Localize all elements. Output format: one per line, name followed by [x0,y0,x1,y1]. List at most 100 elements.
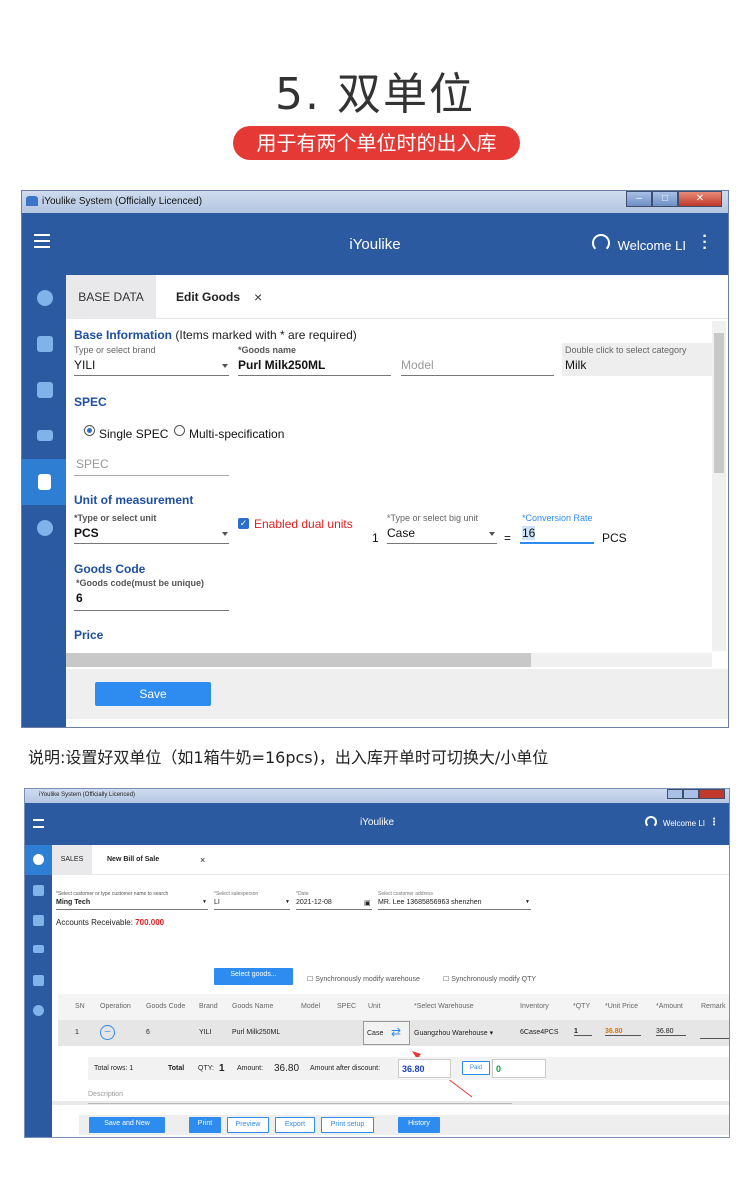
spec-field[interactable]: SPEC [76,457,109,471]
brand-underline [74,375,229,376]
bag-icon[interactable] [33,885,44,896]
sidebar-item-sales[interactable] [22,321,66,367]
maximize-button[interactable]: □ [652,191,678,207]
chevron-down-icon[interactable]: ▼ [285,899,290,905]
minimize-button[interactable]: – [626,191,652,207]
app-title: iYoulike [359,817,395,828]
dashboard-icon [37,290,53,306]
settings-icon[interactable] [33,1005,44,1016]
salesperson-field[interactable]: LI [214,899,220,906]
paid-button[interactable]: Paid [462,1061,490,1075]
scroll-thumb[interactable] [714,333,724,473]
close-tab-icon[interactable]: × [254,275,262,319]
goods-code-field[interactable]: 6 [76,591,83,605]
sidebar-item-dashboard[interactable] [25,845,52,875]
col-brand: Brand [199,1003,218,1010]
welcome-user[interactable]: Welcome LI [663,819,705,828]
single-spec-radio[interactable] [84,425,95,436]
col-amount: *Amount [656,1003,683,1010]
goods-name-field[interactable]: Purl Milk250ML [238,358,325,372]
big-unit-underline [387,543,497,544]
paid-field[interactable]: 0 [492,1059,546,1078]
store-icon[interactable] [33,915,44,926]
print-setup-button[interactable]: Print setup [321,1117,374,1133]
remove-row-icon[interactable]: – [100,1025,115,1040]
more-options-icon[interactable]: ⋮ [709,817,719,828]
sync-warehouse-checkbox[interactable]: ☐ Synchronously modify warehouse [307,975,420,983]
amount-label: Amount: [237,1065,264,1072]
swap-unit-icon[interactable]: ⇄ [391,1025,401,1039]
export-button[interactable]: Export [275,1117,315,1133]
chevron-down-icon[interactable] [489,532,495,536]
sidebar-item-finance[interactable] [22,413,66,459]
headset-icon[interactable] [592,234,610,252]
close-window-button[interactable] [699,789,725,799]
close-window-button[interactable]: ✕ [678,191,722,207]
col-qty: *QTY [573,1003,591,1010]
minimize-button[interactable] [667,789,683,799]
chevron-down-icon[interactable] [222,364,228,368]
brand-value[interactable]: YILI [74,358,95,372]
conversion-rate-field[interactable]: 16 [522,526,536,540]
welcome-user[interactable]: Welcome LI [618,238,686,253]
category-label: Double click to select category [565,345,687,355]
multi-spec-radio[interactable] [174,425,185,436]
history-button[interactable]: History [398,1117,440,1133]
select-goods-button[interactable]: Select goods... [214,968,293,985]
col-unit-price: *Unit Price [605,1003,639,1010]
dual-units-checkbox[interactable]: ✓ [238,518,249,529]
tab-sales[interactable]: SALES [52,845,92,875]
chevron-down-icon[interactable]: ▼ [202,899,207,905]
big-unit-value[interactable]: Case [387,526,415,540]
col-remark: Remark [701,1003,726,1010]
preview-button[interactable]: Preview [227,1117,269,1133]
row-remark[interactable] [700,1038,729,1039]
address-underline [378,909,531,910]
vertical-scrollbar[interactable] [712,321,726,651]
maximize-button[interactable] [683,789,699,799]
tab-new-bill[interactable]: New Bill of Sale [107,845,159,875]
description-underline [88,1103,512,1104]
description-field[interactable]: Description [88,1091,123,1098]
customer-underline [56,909,208,910]
address-field[interactable]: MR. Lee 13685856963 shenzhen [378,899,482,906]
row-qty[interactable]: 1 [574,1028,592,1036]
row-warehouse[interactable]: Guangzhou Warehouse ▾ [414,1029,493,1037]
unit-switch-cell[interactable]: Case ⇄ [363,1021,410,1045]
calendar-icon[interactable]: ▣ [364,899,371,907]
unit-value[interactable]: PCS [74,526,99,540]
row-amount[interactable]: 36.80 [656,1028,686,1036]
headset-icon[interactable] [645,816,657,828]
table-row[interactable]: 1 – 6 YILI Purl Milk250ML Case ⇄ Guangzh… [58,1020,729,1046]
address-label: Select customer address [378,891,434,897]
print-button[interactable]: Print [189,1117,221,1133]
horizontal-scrollbar[interactable] [66,653,712,667]
close-tab-icon[interactable]: × [200,845,205,875]
chevron-down-icon[interactable]: ▼ [525,899,530,905]
tab-edit-goods[interactable]: Edit Goods [176,275,240,319]
scroll-thumb[interactable] [66,653,531,667]
more-options-icon[interactable]: · · · [702,229,708,257]
single-spec-label: Single SPEC [99,427,169,441]
save-and-new-button[interactable]: Save and New [89,1117,165,1133]
card-icon[interactable] [33,945,44,953]
model-underline [401,375,554,376]
sync-qty-checkbox[interactable]: ☐ Synchronously modify QTY [443,975,536,983]
row-unit-price[interactable]: 36.80 [605,1028,641,1036]
model-field[interactable]: Model [401,358,434,372]
sidebar-item-store[interactable] [22,367,66,413]
sidebar-item-base-data[interactable] [22,459,66,505]
base-info-title: Base Information (Items marked with * ar… [74,328,357,342]
spec-underline [74,475,229,476]
sidebar-item-settings[interactable] [22,505,66,551]
customer-field[interactable]: Ming Tech [56,899,90,906]
after-discount-field[interactable]: 36.80 [398,1059,451,1078]
action-bar: Save and New Print Preview Export Print … [79,1115,729,1135]
tab-base-data[interactable]: BASE DATA [66,275,156,319]
save-button[interactable]: Save [95,682,211,706]
document-icon[interactable] [33,975,44,986]
row-brand: YILI [199,1029,212,1036]
date-field[interactable]: 2021-12-08 [296,899,332,906]
sidebar-item-dashboard[interactable] [22,275,66,321]
chevron-down-icon[interactable] [222,532,228,536]
